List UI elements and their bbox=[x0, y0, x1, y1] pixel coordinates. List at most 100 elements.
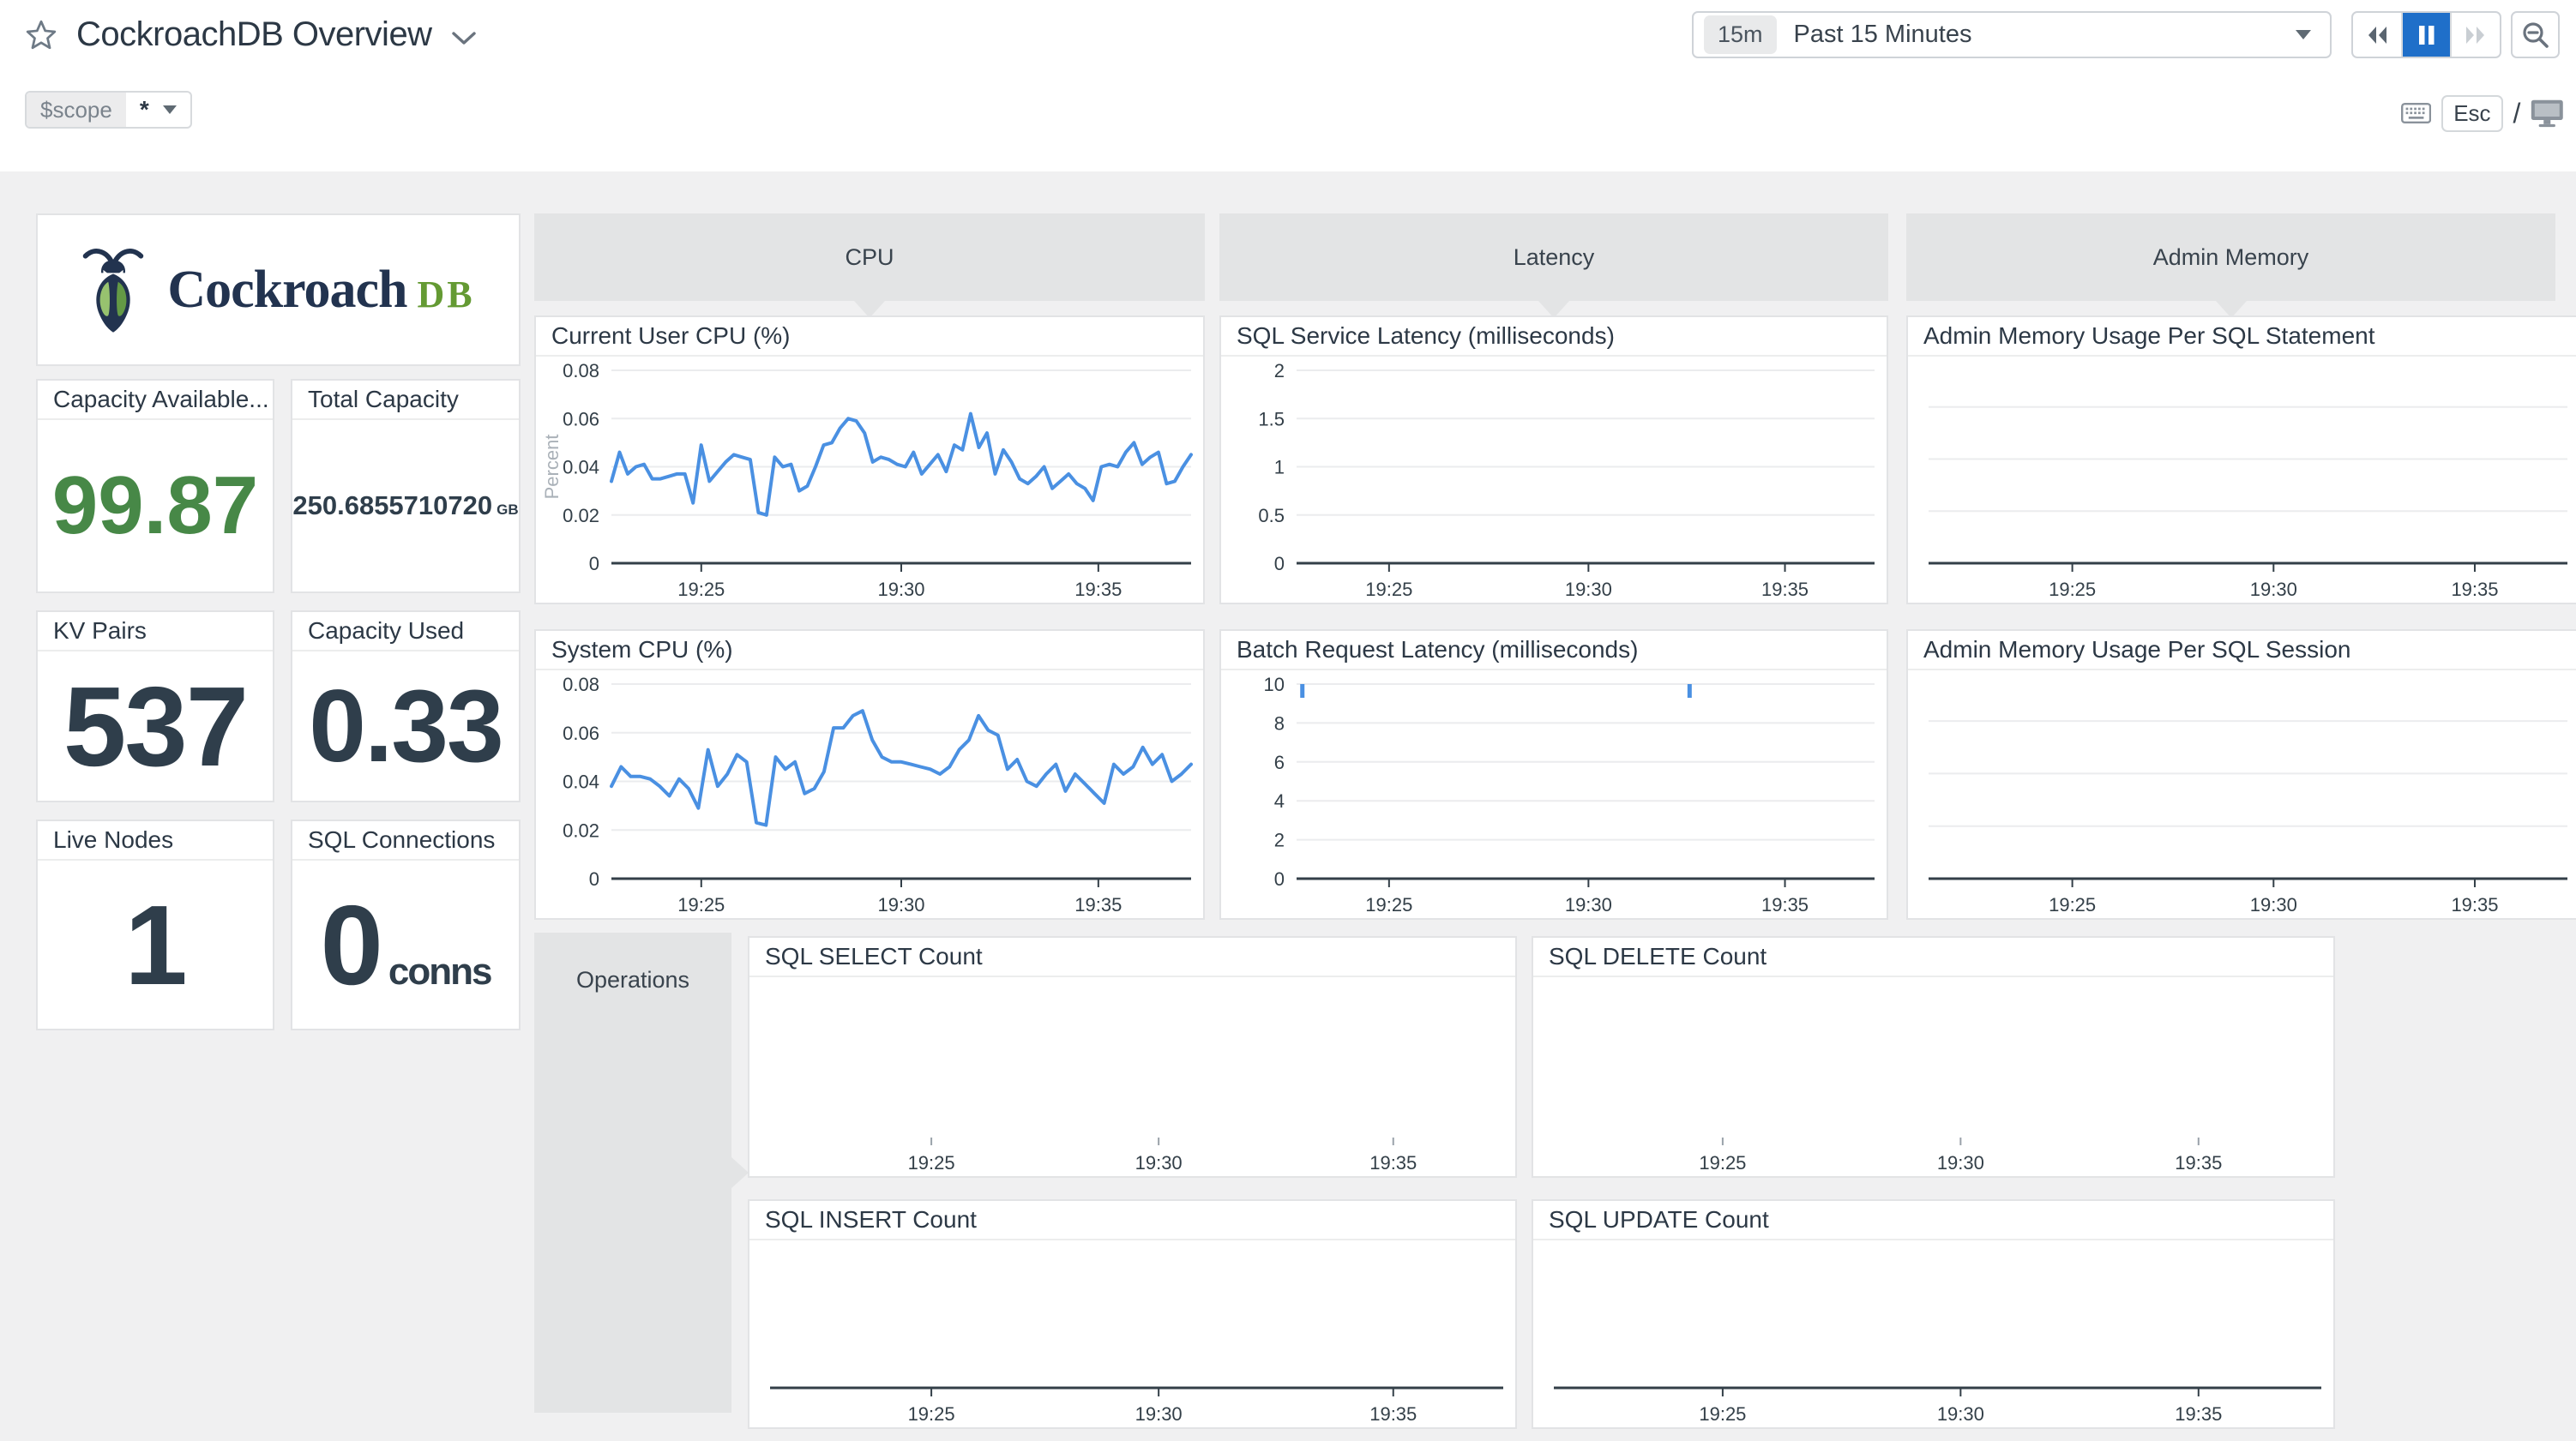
page-title: CockroachDB Overview bbox=[76, 15, 432, 54]
stat-card-sql-connections[interactable]: SQL Connections 0conns bbox=[291, 820, 521, 1030]
svg-text:19:30: 19:30 bbox=[1135, 1152, 1183, 1174]
stat-label: SQL Connections bbox=[292, 821, 519, 861]
scope-label: $scope bbox=[27, 93, 126, 127]
group-header-cpu[interactable]: CPU bbox=[534, 213, 1205, 301]
stat-unit: GB bbox=[497, 501, 519, 519]
stat-label: Capacity Used bbox=[292, 612, 519, 651]
chart-plot-current-user-cpu[interactable]: 0.020.040.060.08019:2519:3019:35Percent bbox=[536, 357, 1203, 603]
chart-plot-sql-service-latency[interactable]: 0.511.52019:2519:3019:35 bbox=[1221, 357, 1887, 603]
scope-value: * bbox=[140, 96, 149, 123]
svg-text:19:35: 19:35 bbox=[1074, 894, 1122, 916]
shortcut-hints: Esc / bbox=[2401, 91, 2564, 135]
chart-card-admin-memory-statement[interactable]: Admin Memory Usage Per SQL Statement 19:… bbox=[1906, 315, 2576, 604]
group-header-latency[interactable]: Latency bbox=[1219, 213, 1888, 301]
chart-title: SQL Service Latency (milliseconds) bbox=[1221, 317, 1887, 357]
svg-text:19:25: 19:25 bbox=[1365, 894, 1412, 916]
pause-icon bbox=[2417, 24, 2436, 46]
svg-text:0.04: 0.04 bbox=[563, 772, 599, 793]
svg-text:19:35: 19:35 bbox=[1761, 579, 1809, 600]
svg-text:1: 1 bbox=[1274, 457, 1285, 478]
stat-card-capacity-used[interactable]: Capacity Used 0.33 bbox=[291, 610, 521, 802]
svg-text:19:35: 19:35 bbox=[2451, 579, 2498, 600]
stat-value: 99.87 bbox=[52, 459, 258, 553]
title-dropdown-chevron-icon[interactable] bbox=[451, 31, 477, 46]
logo-suffix-text: DB bbox=[418, 273, 475, 315]
chart-card-system-cpu[interactable]: System CPU (%) 0.020.040.060.08019:2519:… bbox=[534, 629, 1205, 920]
svg-text:19:35: 19:35 bbox=[2451, 894, 2498, 916]
stat-unit: conns bbox=[388, 951, 491, 994]
svg-text:Percent: Percent bbox=[541, 435, 563, 500]
group-header-label: Operations bbox=[534, 933, 731, 994]
stat-label: KV Pairs bbox=[38, 612, 273, 651]
scope-template-variable[interactable]: $scope * bbox=[25, 91, 192, 129]
stat-value: 0 bbox=[321, 880, 382, 1010]
chart-card-sql-service-latency[interactable]: SQL Service Latency (milliseconds) 0.5 1 1… bbox=[1219, 315, 1888, 604]
svg-text:19:30: 19:30 bbox=[1135, 1403, 1183, 1425]
svg-text:19:25: 19:25 bbox=[1699, 1403, 1746, 1425]
svg-text:1.5: 1.5 bbox=[1258, 408, 1285, 429]
svg-text:19:25: 19:25 bbox=[1365, 579, 1412, 600]
time-range-select[interactable]: 15m Past 15 Minutes bbox=[1692, 11, 2332, 58]
fast-forward-icon bbox=[2463, 24, 2489, 46]
chart-plot-system-cpu[interactable]: 0.020.040.060.08019:2519:3019:35 bbox=[536, 670, 1203, 918]
favorite-star-icon[interactable] bbox=[25, 19, 57, 51]
svg-text:2: 2 bbox=[1274, 830, 1285, 851]
stat-label: Total Capacity bbox=[292, 381, 519, 420]
chart-card-sql-delete-count[interactable]: SQL DELETE Count 19:2519:3019:35 bbox=[1532, 936, 2335, 1178]
pause-button[interactable] bbox=[2401, 13, 2451, 57]
svg-text:0: 0 bbox=[1274, 553, 1285, 574]
chart-plot-batch-request-latency[interactable]: 246810019:2519:3019:35 bbox=[1221, 670, 1887, 918]
svg-text:19:30: 19:30 bbox=[2250, 894, 2297, 916]
svg-text:0: 0 bbox=[1274, 868, 1285, 890]
svg-text:19:25: 19:25 bbox=[2049, 579, 2096, 600]
chart-card-sql-update-count[interactable]: SQL UPDATE Count 19:2519:3019:35 bbox=[1532, 1199, 2335, 1429]
chart-card-admin-memory-session[interactable]: Admin Memory Usage Per SQL Session 19:25… bbox=[1906, 629, 2576, 920]
dashboard-title-row: CockroachDB Overview bbox=[25, 15, 477, 54]
cockroachdb-logo-card[interactable]: CockroachDB bbox=[36, 213, 521, 366]
chart-card-current-user-cpu[interactable]: Current User CPU (%) 0.020.040.060.08019… bbox=[534, 315, 1205, 604]
group-header-admin-memory[interactable]: Admin Memory bbox=[1906, 213, 2555, 301]
chart-plot-sql-delete-count[interactable]: 19:2519:3019:35 bbox=[1533, 977, 2333, 1176]
chart-plot-admin-memory-statement[interactable]: 19:25 19:30 19:35 bbox=[1908, 357, 2576, 603]
stat-card-capacity-available[interactable]: Capacity Available... 99.87 bbox=[36, 379, 274, 593]
top-bar: CockroachDB Overview 15m Past 15 Minutes… bbox=[0, 0, 2576, 171]
svg-text:8: 8 bbox=[1274, 712, 1285, 734]
svg-text:0: 0 bbox=[589, 868, 599, 890]
svg-text:0.02: 0.02 bbox=[563, 505, 599, 526]
stat-card-total-capacity[interactable]: Total Capacity 250.6855710720GB bbox=[291, 379, 521, 593]
svg-text:10: 10 bbox=[1264, 674, 1285, 695]
time-preset-badge: 15m bbox=[1704, 15, 1777, 54]
zoom-out-button[interactable] bbox=[2511, 11, 2560, 58]
svg-text:0.08: 0.08 bbox=[563, 674, 599, 695]
chart-plot-sql-update-count[interactable]: 19:2519:3019:35 bbox=[1533, 1240, 2333, 1427]
chart-card-batch-request-latency[interactable]: Batch Request Latency (milliseconds) 246… bbox=[1219, 629, 1888, 920]
chart-plot-admin-memory-session[interactable]: 19:2519:3019:35 bbox=[1908, 670, 2576, 918]
chart-title: Admin Memory Usage Per SQL Statement bbox=[1908, 317, 2576, 357]
svg-text:19:35: 19:35 bbox=[1369, 1152, 1417, 1174]
stat-value: 1 bbox=[124, 880, 185, 1010]
tv-mode-icon[interactable] bbox=[2531, 96, 2564, 130]
svg-text:0.5: 0.5 bbox=[1258, 505, 1285, 526]
svg-text:19:30: 19:30 bbox=[2250, 579, 2297, 600]
svg-text:0.06: 0.06 bbox=[563, 723, 599, 744]
keyboard-icon bbox=[2401, 100, 2431, 126]
stat-card-kv-pairs[interactable]: KV Pairs 537 bbox=[36, 610, 274, 802]
stat-label: Capacity Available... bbox=[38, 381, 273, 420]
svg-text:0.08: 0.08 bbox=[563, 360, 599, 381]
group-header-operations[interactable]: Operations bbox=[534, 933, 731, 1413]
chart-card-sql-insert-count[interactable]: SQL INSERT Count 19:2519:3019:35 bbox=[748, 1199, 1517, 1429]
cockroach-bug-icon bbox=[81, 245, 145, 334]
rewind-button[interactable] bbox=[2353, 13, 2401, 57]
time-range-caret-icon bbox=[2296, 30, 2311, 39]
svg-text:0.04: 0.04 bbox=[563, 457, 599, 478]
svg-text:19:30: 19:30 bbox=[1937, 1403, 1984, 1425]
fast-forward-button[interactable] bbox=[2450, 13, 2500, 57]
chart-plot-sql-select-count[interactable]: 19:2519:3019:35 bbox=[749, 977, 1515, 1176]
svg-text:19:35: 19:35 bbox=[1761, 894, 1809, 916]
chart-title: SQL INSERT Count bbox=[749, 1201, 1515, 1240]
stat-card-live-nodes[interactable]: Live Nodes 1 bbox=[36, 820, 274, 1030]
svg-text:19:25: 19:25 bbox=[677, 579, 725, 600]
playback-controls bbox=[2351, 11, 2501, 58]
chart-plot-sql-insert-count[interactable]: 19:2519:3019:35 bbox=[749, 1240, 1515, 1427]
chart-card-sql-select-count[interactable]: SQL SELECT Count 19:2519:3019:35 bbox=[748, 936, 1517, 1178]
